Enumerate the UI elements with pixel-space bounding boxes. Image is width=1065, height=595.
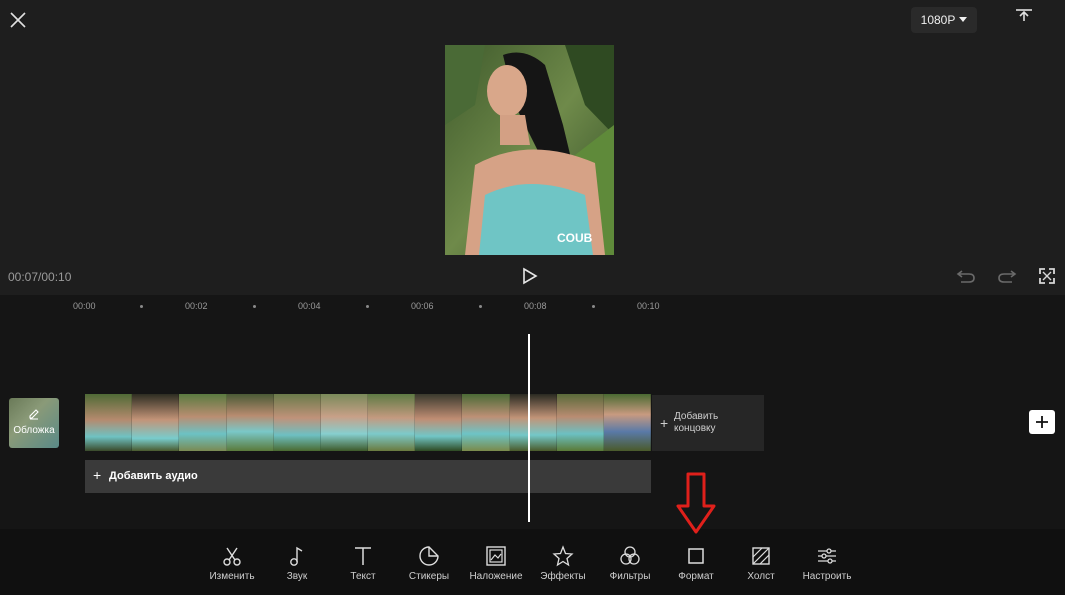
clip-frame xyxy=(415,394,463,451)
effects-star-icon xyxy=(552,545,574,567)
clip-frame xyxy=(603,394,651,451)
cover-button[interactable]: Обложка xyxy=(9,398,59,448)
playhead[interactable] xyxy=(528,334,530,522)
resolution-label: 1080P xyxy=(920,13,956,27)
adjust-sliders-icon xyxy=(818,548,836,564)
tool-edit[interactable]: Изменить xyxy=(199,543,265,582)
clip-frame xyxy=(462,394,510,451)
tool-effects[interactable]: Эффекты xyxy=(530,543,596,582)
tool-label: Стикеры xyxy=(408,571,450,582)
ruler-tick: 00:02 xyxy=(185,301,208,311)
clip-frame xyxy=(85,394,133,451)
tool-label: Фильтры xyxy=(609,571,651,582)
add-ending-button[interactable]: + Добавить концовку xyxy=(652,395,764,451)
clip-frame xyxy=(179,394,227,451)
music-note-icon xyxy=(290,546,303,566)
add-ending-line2: концовку xyxy=(674,423,716,434)
add-ending-label: Добавить концовку xyxy=(674,411,754,435)
close-icon[interactable] xyxy=(6,8,30,32)
tool-label: Звук xyxy=(286,571,308,582)
clip-frame xyxy=(226,394,274,451)
filters-icon xyxy=(620,546,640,565)
ruler-dot xyxy=(140,305,143,308)
cover-label: Обложка xyxy=(13,425,55,436)
plus-icon xyxy=(1036,416,1048,428)
clip-frame xyxy=(320,394,369,451)
ruler-dot xyxy=(366,305,369,308)
tool-label: Изменить xyxy=(209,571,255,582)
tool-sound[interactable]: Звук xyxy=(264,543,330,582)
add-audio-label: Добавить аудио xyxy=(109,470,198,482)
clip-frame xyxy=(556,394,604,451)
video-clip-track[interactable] xyxy=(85,394,651,451)
ruler-tick: 00:00 xyxy=(73,301,96,311)
scissors-icon xyxy=(223,547,241,566)
undo-icon[interactable] xyxy=(955,266,977,286)
add-audio-button[interactable]: + Добавить аудио xyxy=(85,460,651,493)
clip-frame xyxy=(368,394,416,451)
text-icon xyxy=(355,547,371,565)
ruler-dot xyxy=(592,305,595,308)
ruler-dot xyxy=(253,305,256,308)
tool-filters[interactable]: Фильтры xyxy=(597,543,663,582)
ruler-tick: 00:10 xyxy=(637,301,660,311)
red-arrow-annotation xyxy=(676,472,716,534)
tool-label: Текст xyxy=(350,571,376,582)
tool-label: Настроить xyxy=(802,571,852,582)
caret-down-icon xyxy=(959,17,968,22)
fullscreen-icon[interactable] xyxy=(1037,266,1057,286)
clip-frame xyxy=(273,394,321,451)
ruler-tick: 00:06 xyxy=(411,301,434,311)
tool-label: Холст xyxy=(747,571,775,582)
tool-stickers[interactable]: Стикеры xyxy=(396,543,462,582)
tool-format[interactable]: Формат xyxy=(663,543,729,582)
plus-icon: + xyxy=(660,415,669,431)
add-ending-line1: Добавить xyxy=(674,411,719,422)
export-icon[interactable] xyxy=(1012,4,1036,26)
pencil-icon xyxy=(29,409,39,420)
plus-icon: + xyxy=(93,467,102,483)
coub-watermark: COUB xyxy=(557,231,593,245)
ruler-tick: 00:04 xyxy=(298,301,321,311)
video-preview: COUB xyxy=(445,45,614,255)
overlay-icon xyxy=(486,546,506,566)
ruler-tick: 00:08 xyxy=(524,301,547,311)
sticker-icon xyxy=(419,546,439,566)
add-clip-button[interactable] xyxy=(1029,410,1055,434)
format-square-icon xyxy=(688,548,704,564)
tool-canvas[interactable]: Холст xyxy=(728,543,794,582)
tool-overlay[interactable]: Наложение xyxy=(463,543,529,582)
tool-label: Эффекты xyxy=(540,571,586,582)
clip-frame xyxy=(509,394,557,451)
play-icon[interactable] xyxy=(518,264,542,288)
clip-frame xyxy=(132,394,180,451)
tool-text[interactable]: Текст xyxy=(330,543,396,582)
tool-adjust[interactable]: Настроить xyxy=(794,543,860,582)
ruler-dot xyxy=(479,305,482,308)
resolution-dropdown[interactable]: 1080P xyxy=(911,7,977,33)
tool-label: Формат xyxy=(678,571,714,582)
canvas-icon xyxy=(752,547,770,565)
playback-time: 00:07/00:10 xyxy=(8,270,72,284)
tool-label: Наложение xyxy=(469,571,523,582)
redo-icon[interactable] xyxy=(996,266,1018,286)
